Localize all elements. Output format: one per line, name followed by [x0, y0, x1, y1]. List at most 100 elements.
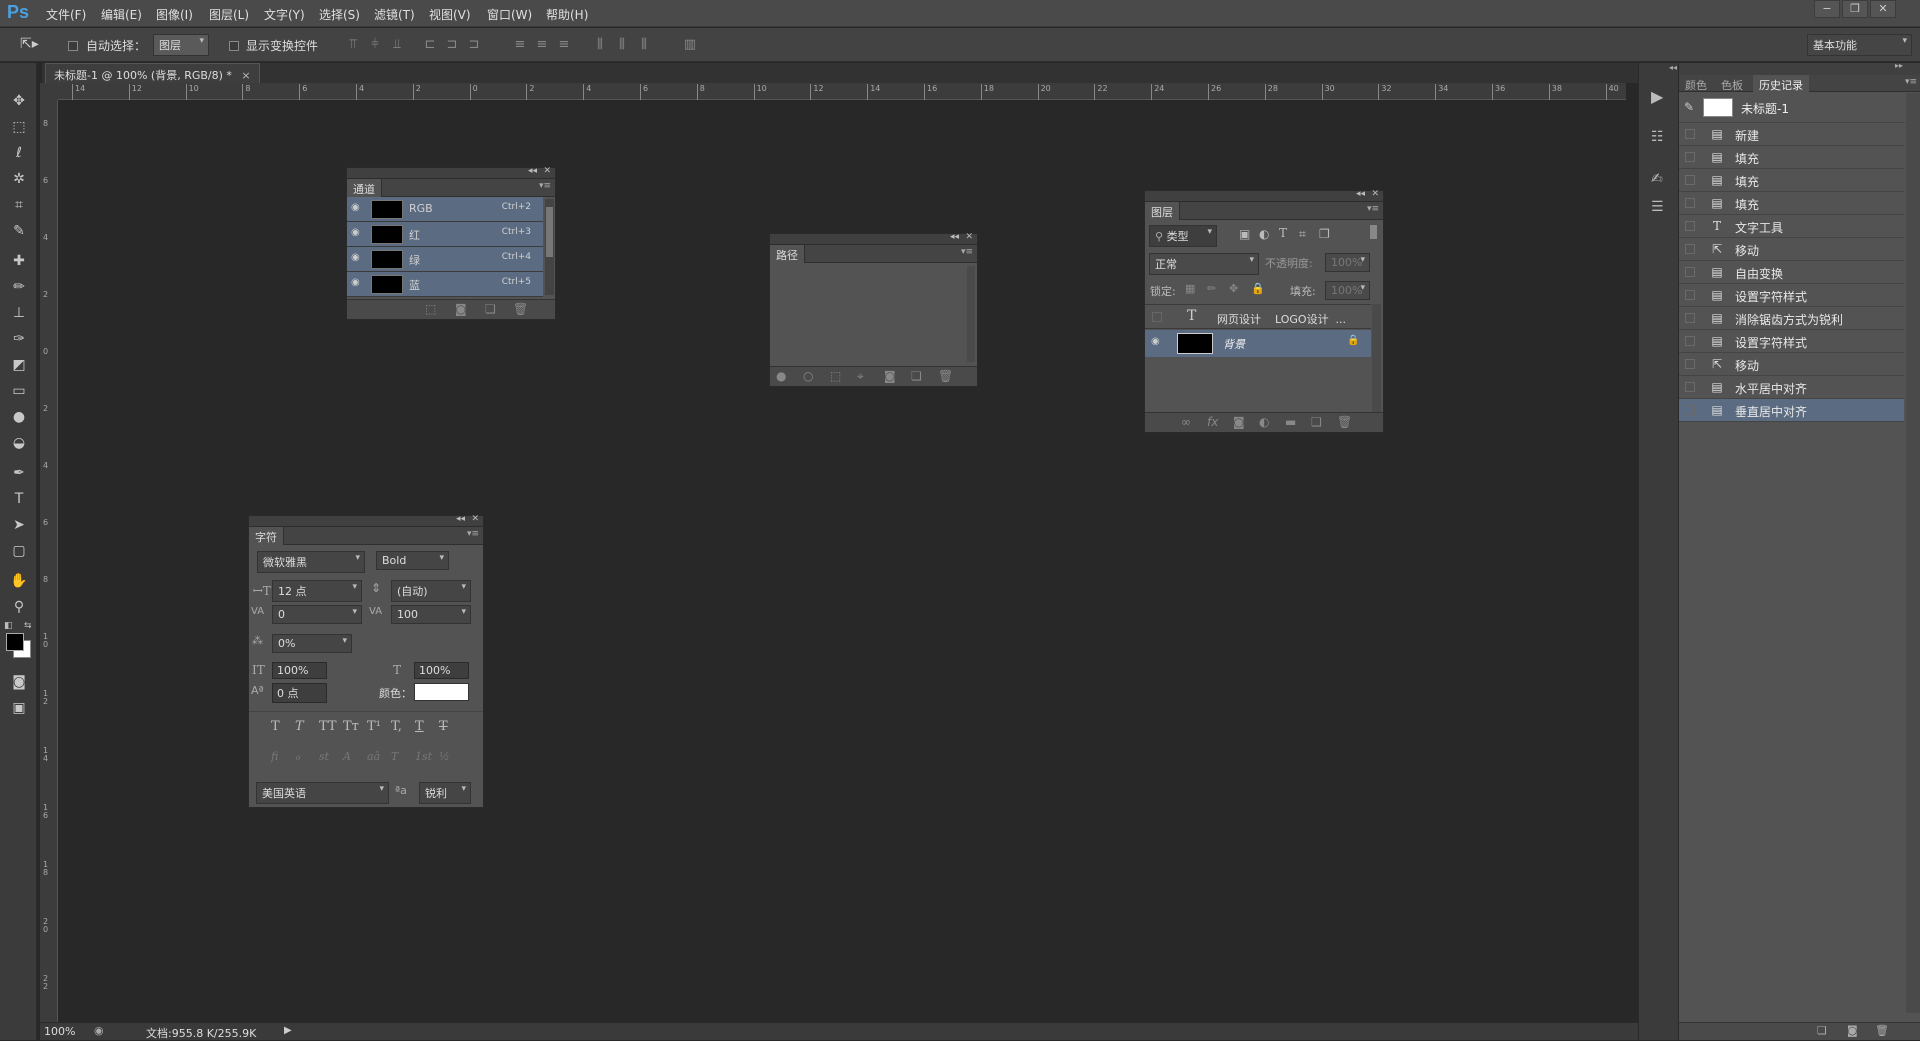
history-brush-checkbox[interactable] [1685, 221, 1695, 231]
paths-tab[interactable]: 路径 [770, 245, 805, 263]
new-group-icon[interactable]: ▬ [1285, 415, 1296, 429]
lock-all-icon[interactable]: 🔒 [1251, 282, 1265, 295]
auto-select-dropdown[interactable]: 图层 [153, 34, 209, 56]
history-brush-checkbox[interactable] [1685, 336, 1695, 346]
filter-type-icon[interactable]: T [1279, 226, 1287, 240]
history-state[interactable]: ▤ 设置字符样式 [1679, 330, 1904, 353]
vertical-scale-input[interactable]: 100% [272, 662, 327, 679]
history-state[interactable]: ▤ 设置字符样式 [1679, 284, 1904, 307]
visibility-toggle[interactable] [1152, 312, 1162, 322]
delete-path-icon[interactable]: 🗑 [938, 369, 953, 383]
history-state[interactable]: ▤ 水平居中对齐 [1679, 376, 1904, 399]
horizontal-scale-input[interactable]: 100% [414, 662, 469, 679]
panel-menu-icon[interactable]: ▾≡ [1367, 204, 1379, 214]
eye-icon[interactable]: ◉ [1151, 336, 1160, 347]
eye-icon[interactable]: ◉ [351, 277, 363, 289]
panel-menu-icon[interactable]: ▾≡ [1905, 77, 1917, 87]
character-panel-header[interactable]: ◂◂ ✕ [249, 514, 483, 527]
minimize-button[interactable]: − [1814, 0, 1840, 18]
history-state[interactable]: ▤ 填充 [1679, 169, 1904, 192]
menu-filter[interactable]: 滤镜(T) [374, 6, 415, 23]
filter-adjustment-icon[interactable]: ◐ [1259, 227, 1269, 241]
ordinals-button[interactable]: 1st [415, 750, 432, 763]
tsume-input[interactable]: 0% [272, 634, 352, 653]
panel-menu-icon[interactable]: ▾≡ [467, 529, 479, 539]
adjustments-icon[interactable]: ☰ [1651, 199, 1664, 215]
load-selection-icon[interactable]: ⬚ [425, 302, 436, 316]
distribute-top-icon[interactable]: ≡ [512, 37, 528, 53]
actions-play-icon[interactable]: ▶ [1651, 87, 1663, 106]
selection-to-path-icon[interactable]: ⌖ [857, 369, 864, 384]
add-mask-icon[interactable]: ◙ [1233, 415, 1245, 429]
menu-edit[interactable]: 编辑(E) [101, 6, 142, 23]
close-icon[interactable]: ✕ [471, 514, 479, 524]
filter-smart-object-icon[interactable]: ❐ [1319, 227, 1330, 241]
language-dropdown[interactable]: 美国英语 [256, 782, 389, 804]
channels-panel-header[interactable]: ◂◂ ✕ [347, 166, 555, 179]
swap-colors-icon[interactable]: ⇆ [24, 621, 32, 631]
new-snapshot-icon[interactable]: ◙ [1847, 1024, 1858, 1037]
new-channel-icon[interactable]: ❏ [485, 302, 496, 316]
fill-path-icon[interactable]: ● [776, 369, 786, 383]
default-colors-icon[interactable]: ◧ [4, 621, 13, 631]
eye-icon[interactable]: ◉ [351, 227, 363, 239]
history-brush-checkbox[interactable] [1685, 129, 1695, 139]
align-left-icon[interactable]: ⊏ [422, 37, 438, 53]
eye-icon[interactable]: ◉ [351, 202, 363, 214]
ligatures-button[interactable]: fi [271, 750, 278, 763]
history-brush-source-icon[interactable]: ✎ [1684, 100, 1694, 114]
history-snapshot[interactable]: ✎ 未标题-1 [1679, 93, 1905, 123]
crop-tool-icon[interactable]: ⌗ [8, 194, 30, 216]
distribute-vcenter-icon[interactable]: ≡ [534, 37, 550, 53]
stylistic-alternates-button[interactable]: A [343, 750, 351, 763]
path-to-selection-icon[interactable]: ⬚ [830, 369, 841, 383]
history-brush-checkbox[interactable] [1685, 405, 1695, 415]
move-tool-icon[interactable]: ⇱▸ [20, 36, 39, 52]
status-menu-arrow-icon[interactable]: ▶ [284, 1025, 292, 1036]
blur-tool-icon[interactable]: ● [8, 406, 30, 428]
channel-row-rgb[interactable]: ◉ RGB Ctrl+2 [347, 197, 543, 222]
superscript-button[interactable]: T¹ [367, 719, 381, 734]
properties-icon[interactable]: ☷ [1651, 129, 1664, 145]
ruler-origin[interactable] [40, 83, 58, 100]
text-color-swatch[interactable] [414, 683, 469, 701]
close-icon[interactable]: ✕ [965, 232, 973, 242]
history-state[interactable]: ⇱ 移动 [1679, 238, 1904, 261]
save-selection-icon[interactable]: ◙ [455, 302, 467, 316]
collapse-icon[interactable]: ◂◂ [950, 232, 959, 242]
history-brush-icon[interactable]: ✑ [8, 328, 30, 350]
swash-button[interactable]: st [319, 750, 329, 763]
blend-mode-dropdown[interactable]: 正常 [1149, 253, 1259, 275]
history-state[interactable]: ▤ 填充 [1679, 146, 1904, 169]
faux-bold-button[interactable]: T [271, 719, 280, 734]
gradient-tool-icon[interactable]: ▭ [8, 380, 30, 402]
zoom-level[interactable]: 100% [44, 1025, 75, 1038]
collapse-icon[interactable]: ◂◂ [528, 166, 537, 176]
collapse-icon[interactable]: ◂◂ [1356, 189, 1365, 199]
menu-file[interactable]: 文件(F) [46, 6, 86, 23]
eye-icon[interactable]: ◉ [351, 252, 363, 264]
channel-row-red[interactable]: ◉ 红 Ctrl+3 [347, 222, 543, 247]
dodge-tool-icon[interactable]: ◒ [8, 432, 30, 454]
show-transform-checkbox[interactable] [229, 38, 239, 52]
new-path-icon[interactable]: ❏ [911, 369, 922, 383]
menu-layer[interactable]: 图层(L) [209, 6, 249, 23]
brush-presets-icon[interactable]: ✍ [1651, 171, 1663, 187]
type-tool-icon[interactable]: T [8, 488, 30, 510]
collapse-icon[interactable]: ◂◂ [456, 514, 465, 524]
underline-button[interactable]: T [415, 719, 424, 734]
history-brush-checkbox[interactable] [1685, 313, 1695, 323]
channel-row-blue[interactable]: ◉ 蓝 Ctrl+5 [347, 272, 543, 297]
align-top-icon[interactable]: ⫪ [345, 37, 361, 53]
tab-color[interactable]: 颜色 [1685, 77, 1707, 93]
fractions-button[interactable]: ½ [439, 750, 450, 763]
quick-mask-icon[interactable]: ◙ [8, 671, 30, 693]
screen-mode-icon[interactable]: ▣ [8, 697, 30, 719]
delete-channel-icon[interactable]: 🗑 [513, 302, 528, 316]
lock-transparent-icon[interactable]: ▦ [1185, 282, 1195, 295]
history-brush-checkbox[interactable] [1685, 198, 1695, 208]
expand-dock-icon[interactable]: ▸▸ [1895, 61, 1903, 70]
opacity-input[interactable]: 100% [1325, 253, 1370, 272]
history-state[interactable]: T 文字工具 [1679, 215, 1904, 238]
menu-image[interactable]: 图像(I) [156, 6, 193, 23]
